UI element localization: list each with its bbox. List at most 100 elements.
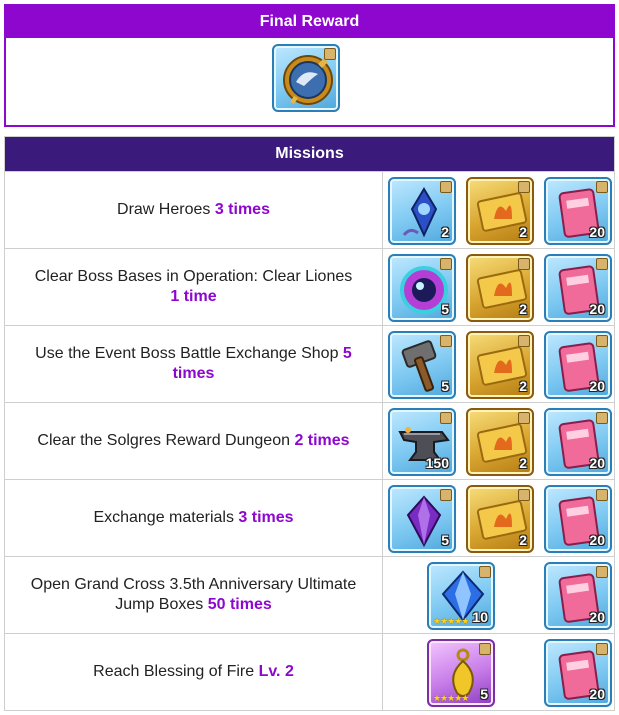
reward-quantity: 150: [425, 455, 449, 471]
mission-rewards: 5 2 20: [383, 249, 614, 325]
item-type-badge-icon: [518, 412, 530, 424]
pink-ticket-icon[interactable]: 20: [544, 562, 612, 630]
gold-ticket-icon[interactable]: 2: [466, 254, 534, 322]
mission-description: Clear the Solgres Reward Dungeon 2 times: [5, 403, 383, 479]
gold-ticket-icon[interactable]: 2: [466, 331, 534, 399]
mission-text: Exchange materials: [93, 509, 239, 526]
rarity-stars: ★★★★★: [433, 693, 469, 703]
reward-quantity: 2: [519, 224, 527, 240]
mission-rewards: 5 2 20: [383, 480, 614, 556]
mission-rewards: 10 ★★★★★ 20: [383, 557, 614, 633]
gold-amulet-icon[interactable]: 5 ★★★★★: [427, 639, 495, 707]
mission-row: Clear the Solgres Reward Dungeon 2 times…: [5, 402, 614, 479]
item-type-badge-icon: [324, 48, 336, 60]
mission-rewards: 5 ★★★★★ 20: [383, 634, 614, 710]
mission-description: Draw Heroes 3 times: [5, 172, 383, 248]
item-type-badge-icon: [440, 335, 452, 347]
hammer-icon[interactable]: 5: [388, 331, 456, 399]
mission-description: Use the Event Boss Battle Exchange Shop …: [5, 326, 383, 402]
mission-row: Open Grand Cross 3.5th Anniversary Ultim…: [5, 556, 614, 633]
pink-ticket-icon[interactable]: 20: [544, 177, 612, 245]
gold-ticket-icon[interactable]: 2: [466, 408, 534, 476]
item-type-badge-icon: [596, 181, 608, 193]
reward-quantity: 2: [519, 455, 527, 471]
reward-quantity: 5: [441, 301, 449, 317]
mission-count: 1 time: [170, 288, 217, 305]
reward-quantity: 2: [519, 301, 527, 317]
reward-quantity: 20: [589, 532, 605, 548]
mission-description: Open Grand Cross 3.5th Anniversary Ultim…: [5, 557, 383, 633]
mission-count: Lv. 2: [258, 663, 294, 680]
reward-quantity: 10: [472, 609, 488, 625]
missions-title: Missions: [275, 145, 344, 162]
compass-mirror-icon[interactable]: [272, 44, 340, 112]
item-type-badge-icon: [596, 489, 608, 501]
purple-crystal-icon[interactable]: 5: [388, 485, 456, 553]
mission-row: Clear Boss Bases in Operation: Clear Lio…: [5, 248, 614, 325]
reward-quantity: 5: [441, 532, 449, 548]
reward-quantity: 5: [480, 686, 488, 702]
reward-quantity: 2: [519, 532, 527, 548]
reward-quantity: 20: [589, 378, 605, 394]
final-reward-panel: Final Reward: [4, 4, 615, 127]
mission-text: Use the Event Boss Battle Exchange Shop: [35, 345, 343, 362]
mission-count: 2 times: [294, 432, 350, 449]
item-type-badge-icon: [479, 566, 491, 578]
mission-row: Use the Event Boss Battle Exchange Shop …: [5, 325, 614, 402]
mission-rewards: 2 2 20: [383, 172, 614, 248]
mission-rewards: 5 2 20: [383, 326, 614, 402]
item-type-badge-icon: [596, 566, 608, 578]
mission-count: 3 times: [214, 201, 270, 218]
item-type-badge-icon: [479, 643, 491, 655]
item-type-badge-icon: [440, 258, 452, 270]
pink-ticket-icon[interactable]: 20: [544, 485, 612, 553]
item-type-badge-icon: [440, 412, 452, 424]
missions-table: Missions Draw Heroes 3 times 2 2 20 Clea…: [4, 136, 615, 711]
reward-quantity: 20: [589, 455, 605, 471]
reward-quantity: 20: [589, 686, 605, 702]
mission-row: Exchange materials 3 times 5 2 20: [5, 479, 614, 556]
pink-ticket-icon[interactable]: 20: [544, 639, 612, 707]
item-type-badge-icon: [518, 335, 530, 347]
mission-description: Clear Boss Bases in Operation: Clear Lio…: [5, 249, 383, 325]
final-reward-header: Final Reward: [6, 6, 613, 38]
reward-quantity: 20: [589, 301, 605, 317]
reward-quantity: 2: [441, 224, 449, 240]
pink-ticket-icon[interactable]: 20: [544, 254, 612, 322]
item-type-badge-icon: [518, 489, 530, 501]
gold-ticket-icon[interactable]: 2: [466, 177, 534, 245]
item-type-badge-icon: [440, 489, 452, 501]
mission-text: Reach Blessing of Fire: [93, 663, 259, 680]
mission-count: 50 times: [207, 596, 272, 613]
blue-diamond-icon[interactable]: 10 ★★★★★: [427, 562, 495, 630]
reward-quantity: 5: [441, 378, 449, 394]
mission-row: Reach Blessing of Fire Lv. 2 5 ★★★★★ 20: [5, 633, 614, 710]
item-type-badge-icon: [518, 258, 530, 270]
purple-orb-icon[interactable]: 5: [388, 254, 456, 322]
item-type-badge-icon: [440, 181, 452, 193]
missions-header: Missions: [5, 137, 614, 171]
final-reward-title: Final Reward: [259, 13, 360, 30]
mission-text: Clear Boss Bases in Operation: Clear Lio…: [34, 268, 353, 285]
item-type-badge-icon: [596, 643, 608, 655]
mission-description: Exchange materials 3 times: [5, 480, 383, 556]
mission-text: Draw Heroes: [117, 201, 215, 218]
rarity-stars: ★★★★★: [433, 616, 469, 626]
item-type-badge-icon: [596, 258, 608, 270]
mission-rewards: 150 2 20: [383, 403, 614, 479]
pink-ticket-icon[interactable]: 20: [544, 331, 612, 399]
mission-text: Open Grand Cross 3.5th Anniversary Ultim…: [30, 576, 357, 613]
blue-gem-pendant-icon[interactable]: 2: [388, 177, 456, 245]
anvil-icon[interactable]: 150: [388, 408, 456, 476]
item-type-badge-icon: [596, 412, 608, 424]
mission-description: Reach Blessing of Fire Lv. 2: [5, 634, 383, 710]
mission-text: Clear the Solgres Reward Dungeon: [37, 432, 295, 449]
pink-ticket-icon[interactable]: 20: [544, 408, 612, 476]
reward-quantity: 2: [519, 378, 527, 394]
mission-row: Draw Heroes 3 times 2 2 20: [5, 171, 614, 248]
item-type-badge-icon: [518, 181, 530, 193]
reward-quantity: 20: [589, 609, 605, 625]
reward-quantity: 20: [589, 224, 605, 240]
item-type-badge-icon: [596, 335, 608, 347]
gold-ticket-icon[interactable]: 2: [466, 485, 534, 553]
